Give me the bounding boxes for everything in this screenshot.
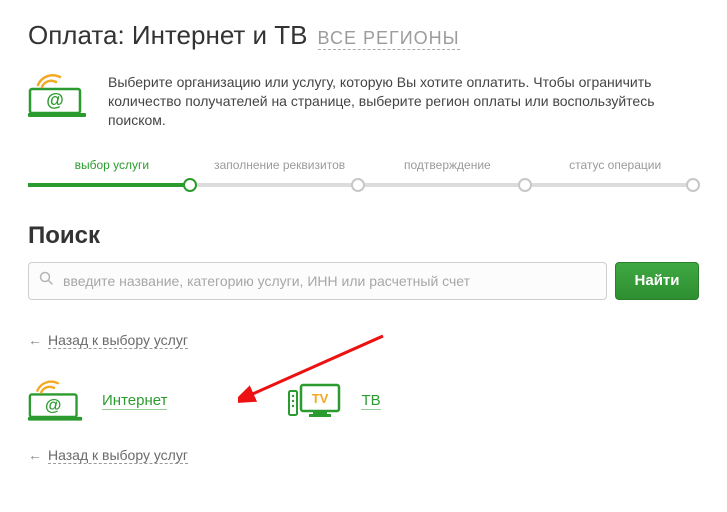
category-tv-link[interactable]: ТВ (361, 392, 380, 410)
page-title-row: Оплата: Интернет и ТВ ВСЕ РЕГИОНЫ (28, 20, 699, 51)
svg-text:TV: TV (312, 391, 329, 406)
category-internet-link[interactable]: Интернет (102, 392, 167, 410)
arrow-left-icon: ← (28, 447, 42, 463)
tv-icon: TV (287, 381, 343, 421)
back-link[interactable]: ← Назад к выбору услуг (28, 447, 188, 464)
wizard-step-3: подтверждение (404, 158, 491, 172)
wizard-step-1: выбор услуги (75, 158, 150, 172)
search-input[interactable] (61, 272, 596, 290)
search-heading: Поиск (28, 222, 699, 250)
region-selector[interactable]: ВСЕ РЕГИОНЫ (318, 28, 460, 50)
intro-block: @ Выберите организацию или услугу, котор… (28, 73, 699, 130)
svg-text:@: @ (46, 90, 64, 110)
search-input-wrap[interactable] (28, 262, 607, 300)
intro-text: Выберите организацию или услугу, которую… (108, 73, 699, 130)
back-link-label: Назад к выбору услуг (48, 332, 188, 349)
internet-icon: @ (28, 379, 84, 423)
search-row: Найти (28, 262, 699, 300)
wizard-step-2: заполнение реквизитов (214, 158, 345, 172)
search-icon (39, 271, 53, 290)
search-button[interactable]: Найти (615, 262, 699, 300)
back-link-label: Назад к выбору услуг (48, 447, 188, 464)
internet-icon: @ (28, 73, 88, 130)
wizard-steps: выбор услуги заполнение реквизитов подтв… (28, 158, 699, 192)
svg-text:@: @ (45, 395, 61, 414)
category-row: @ Интернет TV (28, 371, 699, 431)
category-internet[interactable]: @ Интернет (28, 371, 167, 431)
back-link[interactable]: ← Назад к выбору услуг (28, 332, 188, 349)
page-title: Оплата: Интернет и ТВ (28, 20, 308, 51)
arrow-left-icon: ← (28, 332, 42, 348)
category-tv[interactable]: TV ТВ (287, 371, 380, 431)
wizard-step-4: статус операции (569, 158, 661, 172)
